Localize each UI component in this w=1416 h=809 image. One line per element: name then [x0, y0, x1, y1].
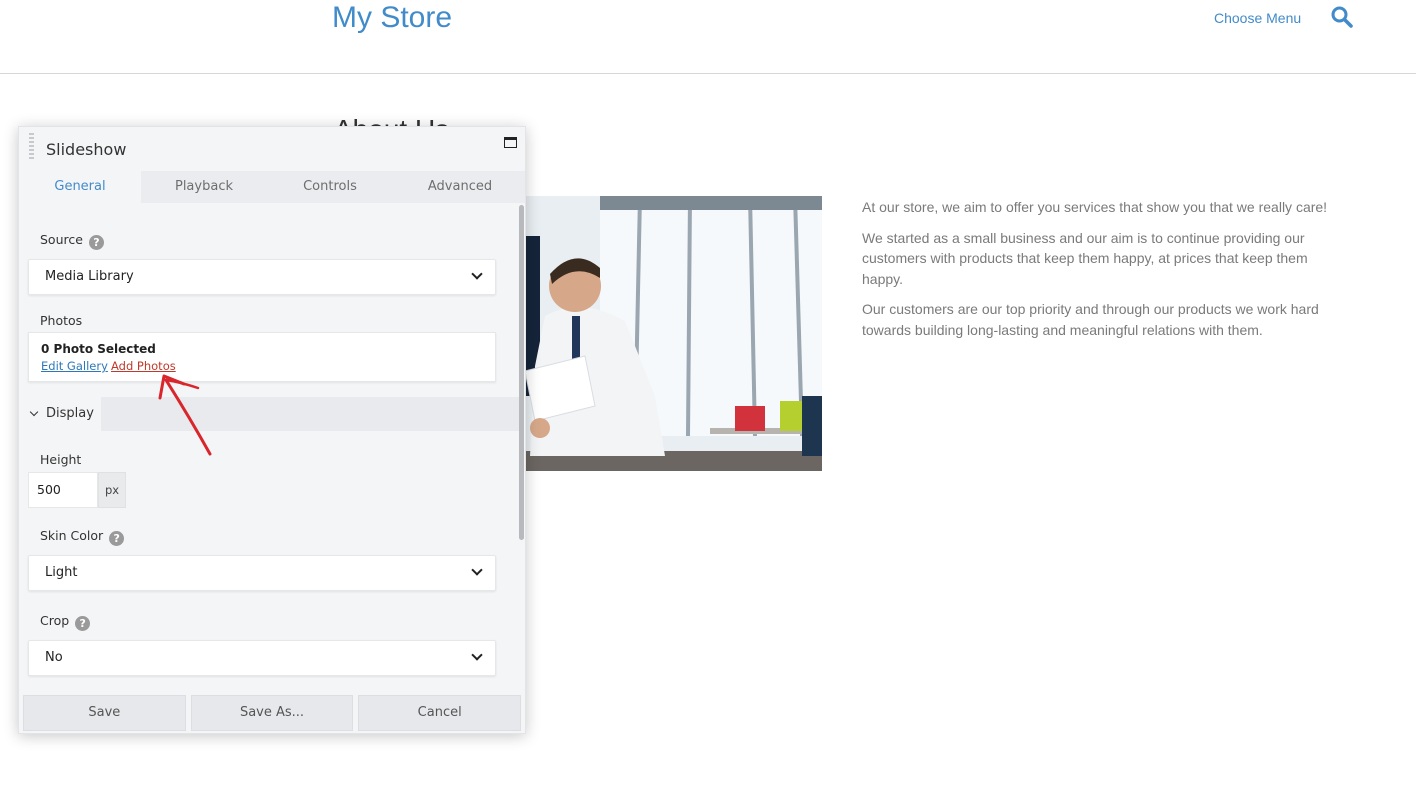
cancel-button[interactable]: Cancel — [358, 695, 522, 731]
height-label: Height — [40, 452, 82, 467]
search-icon[interactable] — [1330, 5, 1354, 29]
site-title[interactable]: My Store — [332, 0, 452, 36]
tab-controls[interactable]: Controls — [267, 171, 393, 203]
chevron-down-icon — [29, 407, 39, 417]
crop-select-value: No — [45, 650, 63, 665]
photos-box: 0 Photo Selected Edit Gallery Add Photos — [28, 332, 496, 382]
panel-footer: Save Save As... Cancel — [23, 695, 522, 731]
content-paragraph: Our customers are our top priority and t… — [862, 301, 1319, 338]
chevron-down-icon — [471, 268, 483, 280]
crop-select[interactable]: No — [28, 640, 496, 676]
panel-scrollbar[interactable] — [519, 205, 524, 540]
skin-color-label: Skin Color? — [40, 528, 125, 546]
tab-advanced[interactable]: Advanced — [393, 171, 527, 203]
source-select-value: Media Library — [45, 269, 134, 284]
help-icon[interactable]: ? — [109, 531, 125, 546]
crop-label: Crop? — [40, 613, 91, 631]
edit-gallery-link[interactable]: Edit Gallery — [41, 359, 108, 373]
photo-count: 0 Photo Selected — [41, 342, 156, 356]
content-paragraph: At our store, we aim to offer you servic… — [862, 199, 1328, 215]
save-as-button[interactable]: Save As... — [190, 695, 354, 731]
annotation-arrow-icon — [158, 374, 212, 456]
chevron-down-icon — [471, 564, 483, 576]
crop-label-text: Crop — [40, 613, 70, 628]
panel-header[interactable]: Slideshow — [19, 127, 525, 171]
content-text: At our store, we aim to offer you servic… — [862, 197, 1342, 350]
help-icon[interactable]: ? — [75, 616, 91, 631]
panel-title: Slideshow — [46, 140, 127, 159]
content-paragraph: We started as a small business and our a… — [862, 229, 1308, 287]
help-icon[interactable]: ? — [88, 235, 104, 250]
panel-tabs: General Playback Controls Advanced — [19, 171, 525, 203]
source-select[interactable]: Media Library — [28, 259, 496, 295]
source-label-text: Source — [40, 232, 83, 247]
chevron-down-icon — [471, 649, 483, 661]
skin-color-label-text: Skin Color — [40, 528, 104, 543]
photos-label: Photos — [40, 313, 83, 328]
panel-body: Source? Media Library Photos 0 Photo Sel… — [19, 203, 519, 688]
site-header: My Store Choose Menu — [0, 0, 1416, 74]
source-label: Source? — [40, 232, 104, 250]
display-section-bar: Display — [19, 397, 519, 431]
height-input[interactable]: 500 — [28, 472, 98, 508]
choose-menu-link[interactable]: Choose Menu — [1214, 10, 1301, 26]
slideshow-settings-panel: Slideshow General Playback Controls Adva… — [18, 126, 526, 734]
save-button[interactable]: Save — [23, 695, 186, 731]
skin-color-select[interactable]: Light — [28, 555, 496, 591]
tab-playback[interactable]: Playback — [141, 171, 267, 203]
skin-color-select-value: Light — [45, 565, 78, 580]
display-section-toggle[interactable]: Display — [19, 397, 101, 431]
drag-handle-icon[interactable] — [29, 133, 34, 159]
maximize-icon[interactable] — [504, 137, 517, 148]
tab-general[interactable]: General — [19, 171, 141, 203]
height-unit: px — [98, 472, 126, 508]
display-section-label: Display — [46, 406, 94, 421]
